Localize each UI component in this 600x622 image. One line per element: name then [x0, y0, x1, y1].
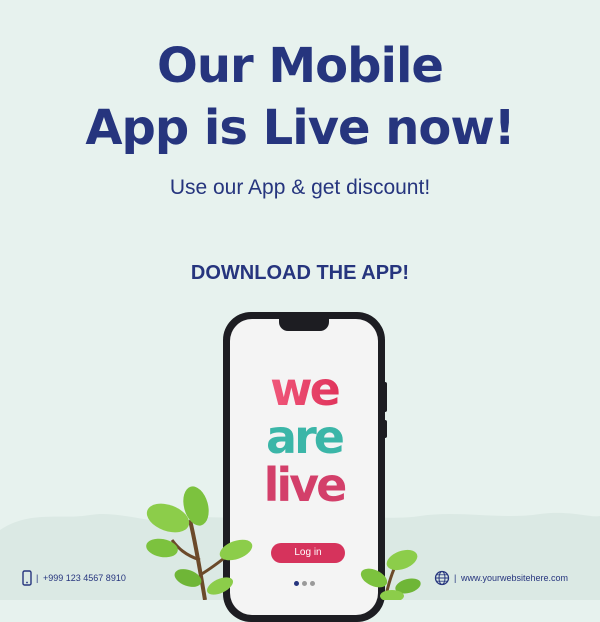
we-are-live-logo: we are live [230, 361, 378, 520]
smartphone-icon [22, 570, 32, 586]
carousel-dot-active[interactable] [294, 581, 299, 586]
download-cta[interactable]: DOWNLOAD THE APP! [0, 262, 600, 285]
footer-website-separator: | [454, 573, 457, 583]
headline-line-1: Our Mobile [157, 38, 444, 94]
logo-word-are: are [266, 410, 343, 464]
headline-line-2: App is Live now! [85, 100, 515, 156]
phone-side-button [383, 420, 387, 438]
carousel-dot[interactable] [302, 581, 307, 586]
phone-notch [279, 319, 329, 331]
phone-mockup: we are live Log in [223, 312, 387, 622]
phone-screen: we are live Log in [230, 319, 378, 615]
login-button[interactable]: Log in [271, 543, 345, 563]
logo-word-live: live [264, 458, 346, 511]
footer-phone-separator: | [36, 573, 39, 583]
footer-phone-number[interactable]: +999 123 4567 8910 [43, 573, 126, 583]
we-are-live-logo-art: we are live [264, 362, 349, 512]
logo-word-we: we [270, 362, 338, 416]
phone-side-button [383, 382, 387, 412]
globe-icon [434, 570, 450, 586]
subtitle: Use our App & get discount! [169, 176, 431, 199]
carousel-dot[interactable] [310, 581, 315, 586]
footer-website[interactable]: www.yourwebsitehere.com [461, 573, 568, 583]
